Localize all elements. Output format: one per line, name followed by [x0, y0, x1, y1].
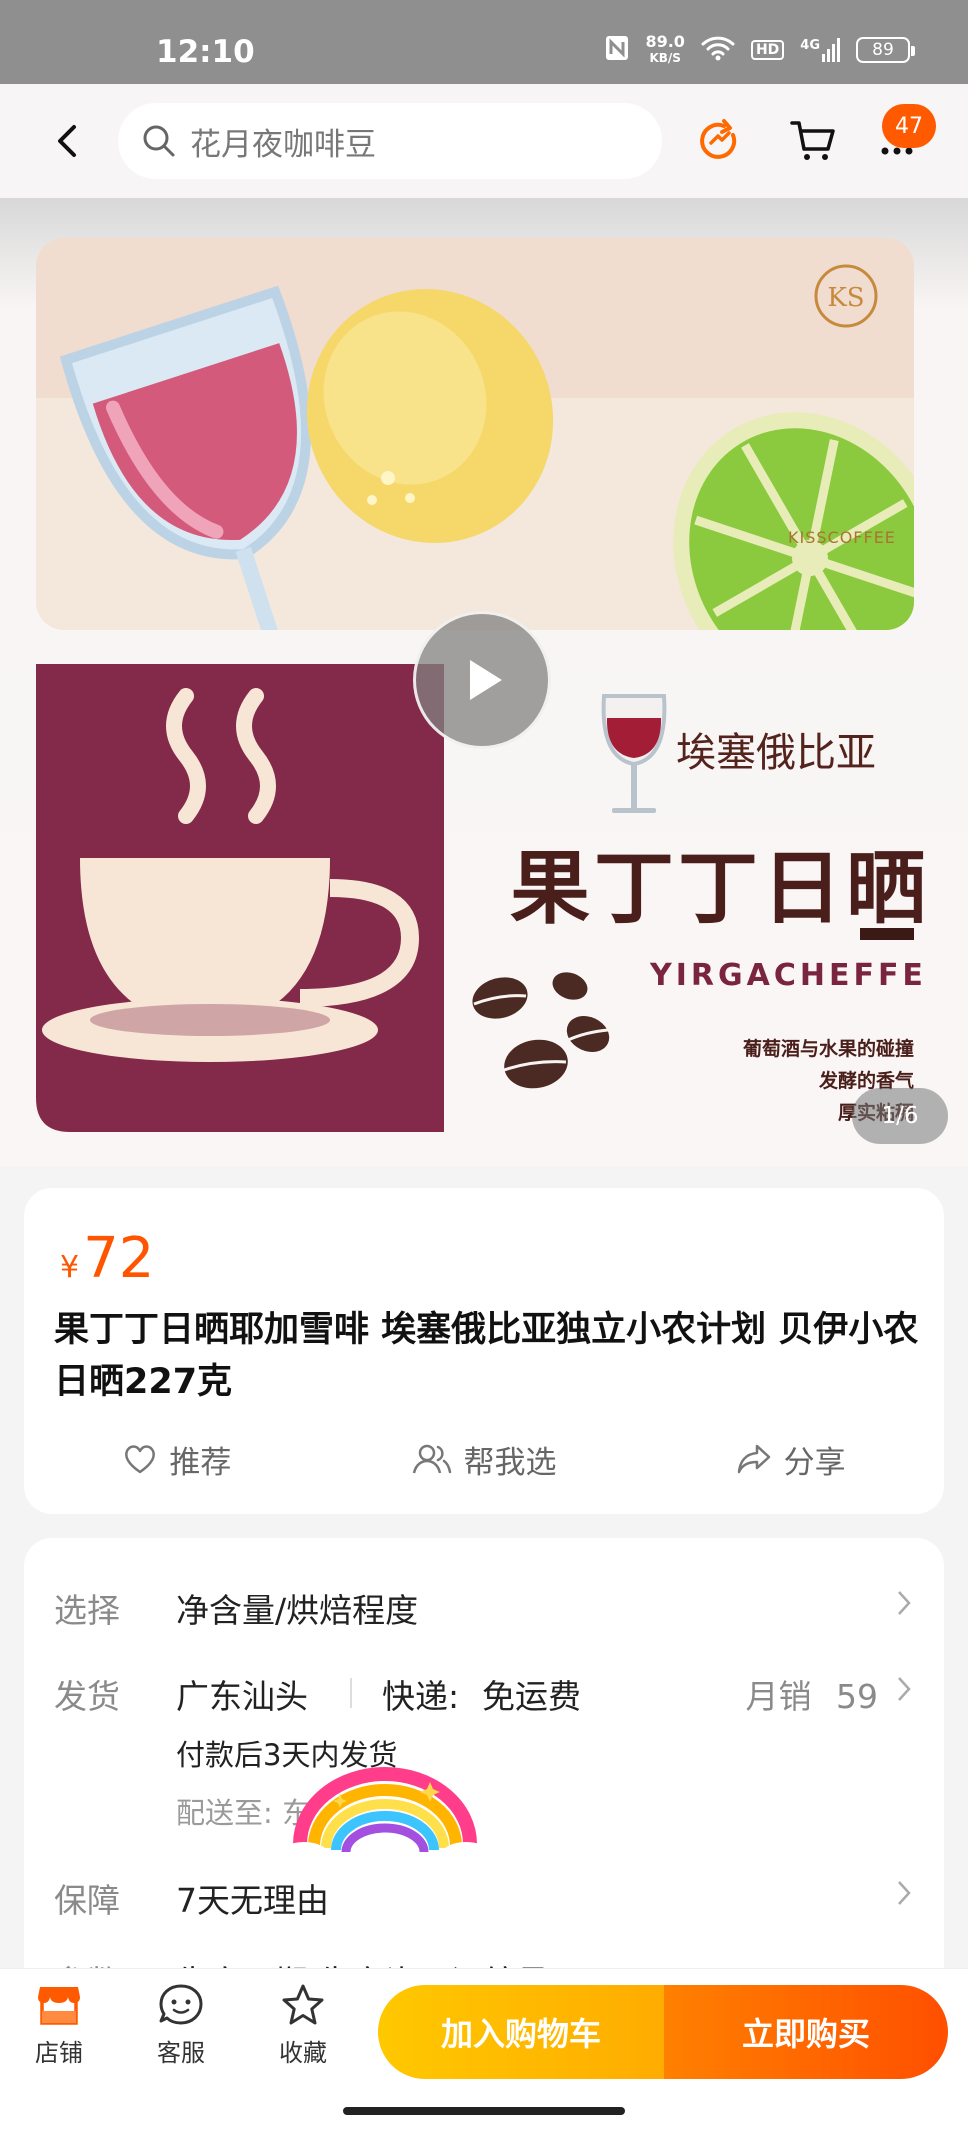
shipping-row[interactable]: 发货 广东汕头 快递: 免运费 月销 59 付款后3天内发货 配送至: 东	[24, 1634, 944, 1866]
store-label: 店铺	[35, 2039, 83, 2067]
back-button[interactable]	[42, 116, 92, 166]
favorite-label: 收藏	[279, 2039, 327, 2067]
play-icon	[470, 660, 502, 700]
network-speed-value: 89.0	[645, 32, 685, 51]
buy-now-button[interactable]: 立即购买	[664, 1985, 948, 2079]
heart-icon	[125, 1445, 156, 1474]
product-image-carousel[interactable]: KS KISSCOFFEE 埃塞俄比亚 果丁丁日晒 YIRGACHEFFE 葡萄…	[0, 198, 968, 1166]
latin-name-text: YIRGACHEFFE	[650, 958, 927, 993]
star-icon	[282, 1984, 324, 2025]
service-label: 客服	[157, 2039, 205, 2067]
network-speed: 89.0 KB/S	[645, 34, 684, 66]
rainbow-sticker	[280, 1767, 490, 1866]
select-spec-row[interactable]: 选择 净含量/烘焙程度	[24, 1538, 944, 1634]
product-info-card: ¥ 72 果丁丁日晒耶加雪啡 埃塞俄比亚独立小农计划 贝伊小农日晒227克 推荐…	[24, 1188, 944, 1514]
ship-label: 发货	[54, 1677, 120, 1716]
cart-icon	[790, 121, 835, 160]
add-to-cart-button[interactable]: 加入购物车	[378, 1985, 664, 2079]
origin-region-text: 埃塞俄比亚	[676, 730, 876, 776]
status-icons: 89.0 KB/S HD 4G 89	[605, 34, 915, 66]
recommend-button[interactable]: 推荐	[24, 1424, 331, 1494]
currency-symbol: ¥	[60, 1250, 80, 1285]
purchase-details-card: 选择 净含量/烘焙程度 发货 广东汕头 快递: 免运费 月销 59 付款后3天内…	[24, 1538, 944, 1998]
signal-label: 4G	[800, 38, 820, 53]
brand-logo-text: KISSCOFFEE	[788, 528, 896, 547]
tasting-note-1: 葡萄酒与水果的碰撞	[742, 1038, 914, 1060]
price-value: 72	[83, 1226, 155, 1291]
search-input[interactable]: 花月夜咖啡豆	[118, 103, 662, 179]
share-button[interactable]: 分享	[637, 1424, 944, 1494]
product-actions: 推荐 帮我选 分享	[24, 1424, 944, 1494]
product-name-graphic: 果丁丁日晒	[510, 842, 930, 935]
ship-fee: 免运费	[482, 1677, 581, 1716]
price: ¥ 72	[60, 1226, 154, 1291]
share-refresh-button[interactable]	[692, 114, 746, 168]
select-label: 选择	[54, 1591, 120, 1630]
help-choose-button[interactable]: 帮我选	[331, 1424, 638, 1494]
guarantee-row[interactable]: 保障 7天无理由	[24, 1860, 944, 1940]
cart-button[interactable]	[786, 114, 840, 168]
play-video-button[interactable]	[413, 611, 551, 749]
divider	[350, 1678, 352, 1708]
product-title: 果丁丁日晒耶加雪啡 埃塞俄比亚独立小农计划 贝伊小农日晒227克	[54, 1310, 919, 1402]
image-counter: 1/6	[852, 1088, 948, 1144]
help-choose-label: 帮我选	[463, 1444, 557, 1481]
favorite-button[interactable]: 收藏	[258, 1983, 348, 2068]
hd-icon: HD	[750, 40, 785, 60]
network-speed-unit: KB/S	[649, 51, 681, 65]
logo-mark: KS	[827, 283, 864, 313]
status-bar: 12:10 89.0 KB/S HD 4G 89	[0, 0, 968, 84]
people-icon	[412, 1444, 451, 1474]
back-arrow-icon	[58, 125, 76, 157]
chevron-right-icon	[898, 1677, 911, 1701]
ship-origin: 广东汕头	[176, 1677, 308, 1716]
monthly-sales-count: 59	[836, 1677, 878, 1716]
chevron-right-icon	[898, 1881, 911, 1905]
signal-icon: 4G	[800, 38, 840, 62]
chevron-right-icon	[898, 1591, 911, 1615]
wifi-icon	[701, 35, 735, 66]
select-value: 净含量/烘焙程度	[176, 1591, 419, 1630]
product-page: 12:10 89.0 KB/S HD 4G 89 花月夜咖啡豆 47 KS KI…	[0, 0, 968, 2132]
store-button[interactable]: 店铺	[14, 1983, 104, 2068]
share-icon	[737, 1444, 770, 1474]
monthly-sales: 月销 59	[746, 1670, 879, 1718]
recommend-label: 推荐	[169, 1444, 232, 1481]
search-placeholder: 花月夜咖啡豆	[190, 126, 376, 163]
top-nav: 花月夜咖啡豆 47	[0, 84, 968, 198]
search-icon	[143, 125, 175, 157]
guarantee-value: 7天无理由	[176, 1881, 329, 1920]
chat-face-icon	[159, 1984, 203, 2025]
store-icon	[38, 1987, 80, 2025]
cart-badge: 47	[882, 104, 936, 148]
monthly-sales-label: 月销	[745, 1677, 812, 1716]
ship-method: 快递:	[382, 1677, 460, 1716]
refresh-share-icon	[700, 119, 737, 159]
nfc-icon	[605, 35, 629, 66]
battery-icon: 89	[856, 37, 915, 63]
share-label: 分享	[783, 1444, 846, 1481]
customer-service-button[interactable]: 客服	[136, 1983, 226, 2068]
guarantee-label: 保障	[54, 1881, 120, 1920]
status-time: 12:10	[156, 34, 255, 70]
home-indicator[interactable]	[343, 2107, 625, 2115]
